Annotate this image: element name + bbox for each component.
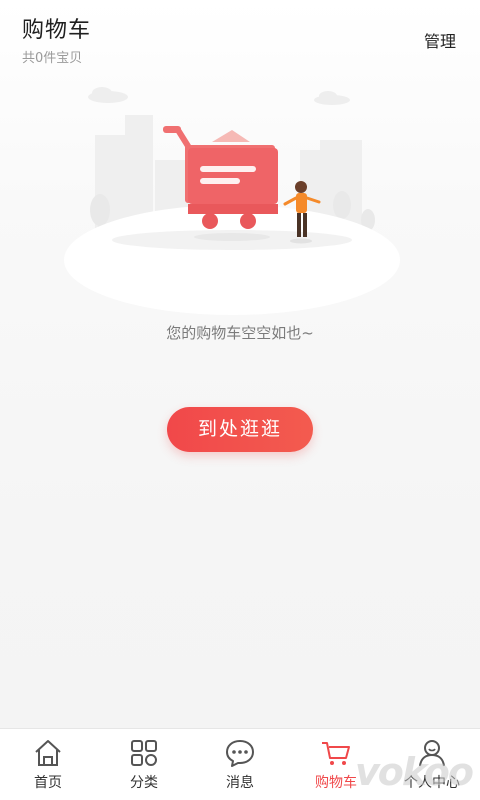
cart-page: 购物车 共0件宝贝 管理 您的购物车空空如也~ 到处逛逛 首页 分类 消息 购物… bbox=[0, 0, 480, 800]
empty-cart-illustration bbox=[64, 87, 400, 315]
tab-category[interactable]: 分类 bbox=[96, 729, 192, 800]
tab-label-category: 分类 bbox=[130, 775, 158, 791]
category-grid-icon bbox=[131, 740, 157, 766]
empty-cart-message: 您的购物车空空如也~ bbox=[166, 324, 314, 342]
tab-label-home: 首页 bbox=[34, 775, 62, 791]
tab-home[interactable]: 首页 bbox=[0, 729, 96, 800]
manage-button[interactable]: 管理 bbox=[424, 28, 456, 52]
header: 购物车 共0件宝贝 管理 bbox=[0, 0, 480, 78]
watermark: vokoo bbox=[354, 750, 474, 794]
tab-messages[interactable]: 消息 bbox=[192, 729, 288, 800]
message-bubble-icon bbox=[226, 740, 254, 767]
cart-icon bbox=[322, 742, 350, 765]
home-icon bbox=[35, 740, 61, 766]
browse-button[interactable]: 到处逛逛 bbox=[167, 407, 313, 452]
tab-label-messages: 消息 bbox=[226, 775, 254, 791]
page-title: 购物车 bbox=[22, 18, 92, 43]
item-count-text: 共0件宝贝 bbox=[22, 51, 83, 66]
